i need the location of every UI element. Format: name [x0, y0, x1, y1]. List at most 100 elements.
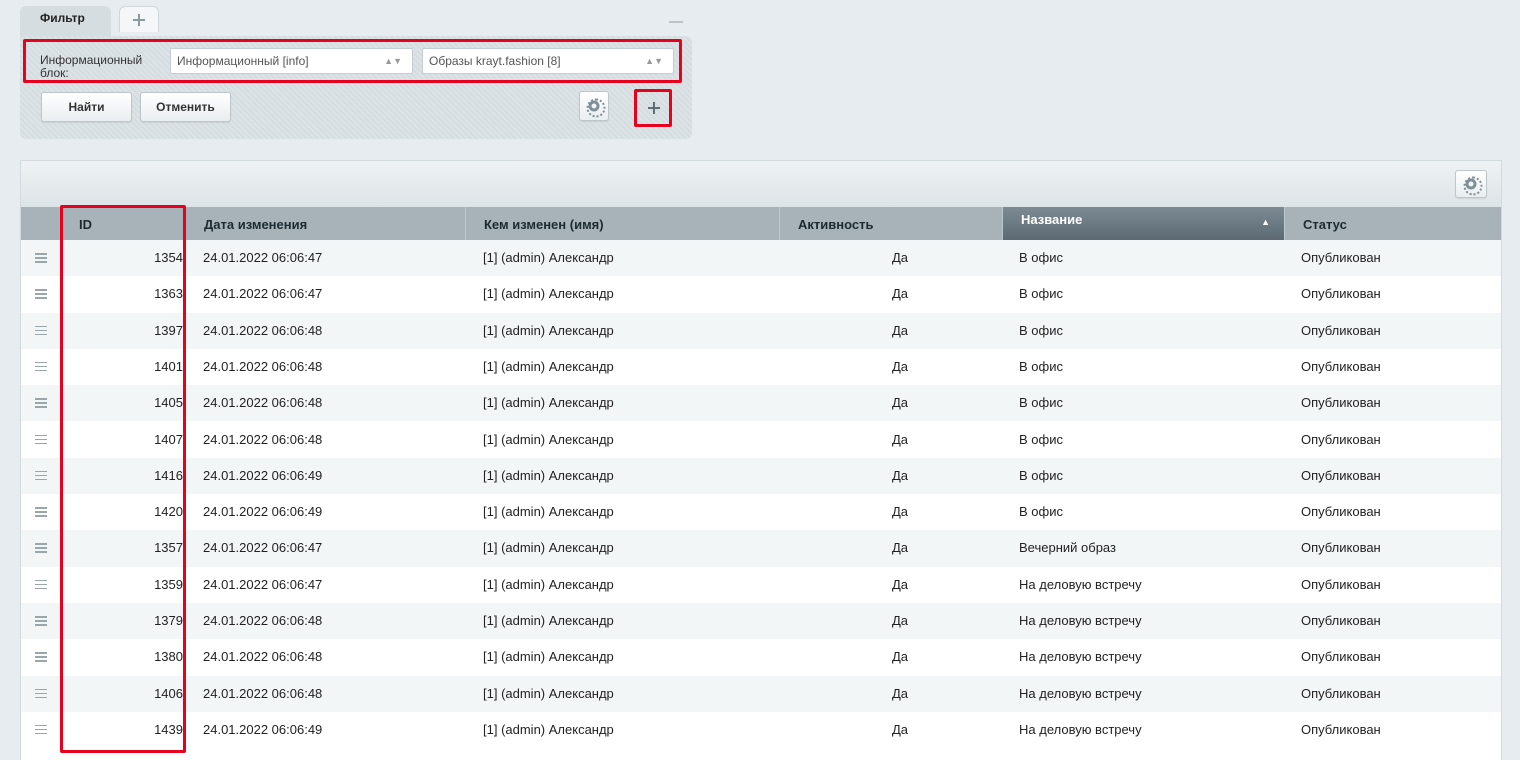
- cell-status: Опубликован: [1301, 395, 1381, 411]
- cell-date: 24.01.2022 06:06:47: [203, 576, 323, 592]
- cell-user: [1] (admin) Александр: [483, 395, 614, 411]
- plus-icon: [133, 13, 145, 26]
- cell-status: Опубликован: [1301, 685, 1381, 701]
- iblock-select[interactable]: Образы krayt.fashion [8] ▲▼: [422, 48, 674, 74]
- cell-date: 24.01.2022 06:06:49: [203, 721, 323, 737]
- filter-settings-button[interactable]: [579, 91, 609, 121]
- cell-date: 24.01.2022 06:06:49: [203, 504, 323, 520]
- cell-name: В офис: [1019, 467, 1063, 483]
- drag-handle-icon[interactable]: [35, 639, 49, 675]
- drag-handle-icon[interactable]: [35, 276, 49, 312]
- cell-status: Опубликован: [1301, 358, 1381, 374]
- table-row[interactable]: 1416 24.01.2022 06:06:49 [1] (admin) Але…: [21, 457, 1501, 495]
- drag-handle-icon[interactable]: [35, 712, 49, 748]
- cell-name: В офис: [1019, 395, 1063, 411]
- drag-handle-icon[interactable]: [35, 676, 49, 712]
- table-row[interactable]: 1406 24.01.2022 06:06:48 [1] (admin) Але…: [21, 675, 1501, 712]
- cell-id: 1379: [154, 613, 183, 628]
- drag-handle-icon[interactable]: [35, 240, 49, 276]
- cell-id: 1407: [154, 431, 183, 447]
- cell-user: [1] (admin) Александр: [483, 576, 614, 592]
- cell-active: Да: [891, 504, 908, 520]
- add-filter-field-button[interactable]: [639, 93, 669, 123]
- cell-name: В офис: [1019, 358, 1063, 374]
- cell-active: Да: [891, 540, 908, 556]
- cell-active: Да: [891, 649, 908, 665]
- cell-name: В офис: [1019, 322, 1063, 338]
- column-header-user[interactable]: Кем изменен (имя): [465, 207, 779, 240]
- cell-status: Опубликован: [1301, 613, 1381, 628]
- cell-name: На деловую встречу: [1019, 649, 1142, 665]
- drag-handle-icon[interactable]: [35, 530, 49, 566]
- minimize-filter-button[interactable]: [669, 21, 683, 23]
- drag-handle-icon[interactable]: [35, 458, 49, 494]
- cell-active: Да: [891, 395, 908, 411]
- column-header-active[interactable]: Активность: [779, 207, 1002, 240]
- cell-status: Опубликован: [1301, 467, 1381, 483]
- drag-handle-icon[interactable]: [35, 349, 49, 385]
- table-row[interactable]: 1405 24.01.2022 06:06:48 [1] (admin) Але…: [21, 385, 1501, 422]
- filter-row-highlight: Информационный блок: Информационный [inf…: [23, 39, 682, 83]
- cancel-button[interactable]: Отменить: [140, 92, 231, 122]
- cell-user: [1] (admin) Александр: [483, 540, 614, 556]
- drag-handle-icon[interactable]: [35, 385, 49, 421]
- cell-name: В офис: [1019, 504, 1063, 520]
- table-row[interactable]: 1397 24.01.2022 06:06:48 [1] (admin) Але…: [21, 312, 1501, 349]
- cell-date: 24.01.2022 06:06:48: [203, 358, 323, 374]
- drag-handle-icon[interactable]: [35, 494, 49, 530]
- cell-user: [1] (admin) Александр: [483, 431, 614, 447]
- drag-handle-icon[interactable]: [35, 422, 49, 458]
- cell-status: Опубликован: [1301, 504, 1381, 520]
- cell-user: [1] (admin) Александр: [483, 721, 614, 737]
- cell-date: 24.01.2022 06:06:48: [203, 613, 323, 628]
- table-row[interactable]: 1379 24.01.2022 06:06:48 [1] (admin) Але…: [21, 603, 1501, 640]
- cell-status: Опубликован: [1301, 540, 1381, 556]
- column-header-name-label: Название: [1021, 212, 1083, 227]
- iblock-type-select-value: Информационный [info]: [177, 54, 309, 68]
- table-row[interactable]: 1439 24.01.2022 06:06:49 [1] (admin) Але…: [21, 711, 1501, 749]
- drag-handle-icon[interactable]: [35, 567, 49, 603]
- cell-date: 24.01.2022 06:06:47: [203, 540, 323, 556]
- cell-user: [1] (admin) Александр: [483, 250, 614, 265]
- cell-id: 1439: [154, 721, 183, 737]
- cell-id: 1401: [154, 358, 183, 374]
- cell-date: 24.01.2022 06:06:47: [203, 286, 323, 302]
- cell-name: На деловую встречу: [1019, 721, 1142, 737]
- grid-settings-button[interactable]: [1455, 170, 1487, 198]
- table-row[interactable]: 1354 24.01.2022 06:06:47 [1] (admin) Але…: [21, 240, 1501, 277]
- cell-status: Опубликован: [1301, 721, 1381, 737]
- grid-toolbar: [21, 161, 1501, 207]
- column-header-name[interactable]: Название ▲: [1002, 207, 1284, 240]
- cell-id: 1363: [154, 286, 183, 302]
- iblock-type-select[interactable]: Информационный [info] ▲▼: [170, 48, 413, 74]
- table-row[interactable]: 1407 24.01.2022 06:06:48 [1] (admin) Але…: [21, 421, 1501, 458]
- cell-date: 24.01.2022 06:06:48: [203, 685, 323, 701]
- cell-active: Да: [891, 576, 908, 592]
- column-header-status[interactable]: Статус: [1284, 207, 1503, 240]
- find-button[interactable]: Найти: [41, 92, 132, 122]
- cell-id: 1380: [154, 649, 183, 665]
- cell-name: На деловую встречу: [1019, 576, 1142, 592]
- column-header-id[interactable]: ID: [61, 207, 203, 240]
- table-row[interactable]: 1363 24.01.2022 06:06:47 [1] (admin) Але…: [21, 276, 1501, 313]
- cell-name: В офис: [1019, 286, 1063, 302]
- table-row[interactable]: 1359 24.01.2022 06:06:47 [1] (admin) Але…: [21, 566, 1501, 603]
- grid-body: 1354 24.01.2022 06:06:47 [1] (admin) Але…: [21, 240, 1501, 760]
- cell-active: Да: [891, 286, 908, 302]
- cell-name: На деловую встречу: [1019, 685, 1142, 701]
- drag-handle-icon[interactable]: [35, 313, 49, 349]
- cell-user: [1] (admin) Александр: [483, 286, 614, 302]
- add-tab-button[interactable]: [119, 6, 159, 32]
- cell-active: Да: [891, 467, 908, 483]
- drag-handle-icon[interactable]: [35, 603, 49, 639]
- tab-filter[interactable]: Фильтр: [20, 6, 111, 36]
- cell-active: Да: [891, 721, 908, 737]
- table-row[interactable]: 1401 24.01.2022 06:06:48 [1] (admin) Але…: [21, 348, 1501, 386]
- table-row[interactable]: 1380 24.01.2022 06:06:48 [1] (admin) Але…: [21, 639, 1501, 676]
- cell-status: Опубликован: [1301, 576, 1381, 592]
- plus-icon: [648, 102, 660, 114]
- cell-status: Опубликован: [1301, 250, 1381, 265]
- column-header-date[interactable]: Дата изменения: [185, 207, 465, 240]
- table-row[interactable]: 1357 24.01.2022 06:06:47 [1] (admin) Але…: [21, 530, 1501, 567]
- table-row[interactable]: 1420 24.01.2022 06:06:49 [1] (admin) Але…: [21, 494, 1501, 531]
